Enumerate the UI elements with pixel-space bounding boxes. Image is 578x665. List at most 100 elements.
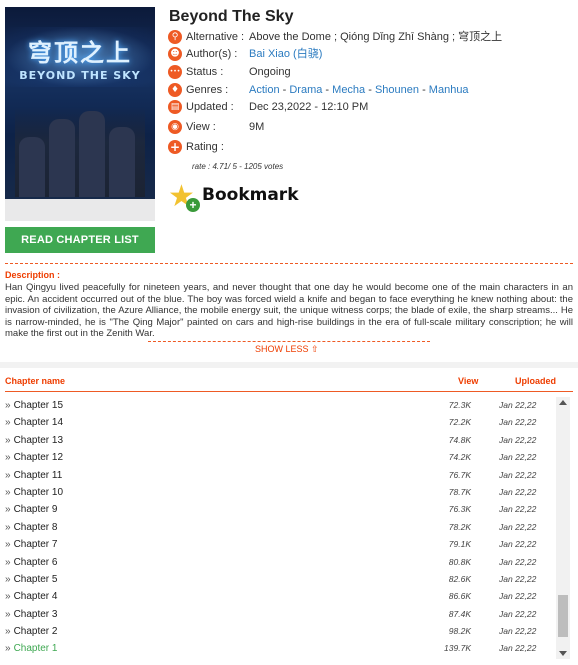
chapter-row[interactable]: » Chapter 15 72.3K Jan 22,22 (5, 397, 571, 414)
chevron-right-icon: » (5, 573, 11, 585)
chapter-views: 72.3K (448, 400, 471, 410)
genre-link-action[interactable]: Action (249, 84, 280, 96)
header-view: View (458, 376, 479, 386)
author-icon: ☻ (168, 47, 182, 61)
chapter-link[interactable]: Chapter 12 (14, 452, 63, 463)
chapter-uploaded: Jan 22,22 (499, 486, 537, 497)
chapter-views: 98.2K (448, 626, 471, 637)
chapter-row[interactable]: » Chapter 8 78.2K Jan 22,22 (5, 519, 571, 536)
chapter-uploaded: Jan 22,22 (499, 626, 537, 637)
alternative-icon: ⚲ (168, 30, 182, 44)
chapter-row[interactable]: » Chapter 10 78.7K Jan 22,22 (5, 484, 571, 501)
updated-label: Updated : (186, 101, 234, 113)
divider (5, 263, 573, 264)
chapter-uploaded: Jan 22,22 (499, 556, 537, 567)
chapter-link[interactable]: Chapter 11 (14, 470, 63, 481)
chevron-right-icon: » (5, 469, 11, 481)
chapter-uploaded: Jan 22,22 (499, 469, 537, 480)
chapter-uploaded: Jan 22,22 (499, 608, 537, 619)
chapter-link[interactable]: Chapter 15 (14, 400, 63, 411)
chapter-views: 78.2K (448, 521, 471, 532)
chapter-row[interactable]: » Chapter 13 74.8K Jan 22,22 (5, 432, 571, 449)
chapter-link[interactable]: Chapter 6 (14, 557, 58, 568)
chapter-uploaded: Jan 22,22 (499, 539, 537, 550)
chapter-row[interactable]: » Chapter 4 86.6K Jan 22,22 (5, 588, 571, 605)
cover-subtitle-text: BEYOND THE SKY (19, 69, 141, 82)
description-text: Han Qingyu lived peacefully for nineteen… (5, 282, 573, 340)
chapter-views: 78.7K (448, 486, 471, 497)
author-label: Author(s) : (186, 48, 238, 60)
chapter-link[interactable]: Chapter 9 (14, 504, 58, 515)
plus-icon: + (186, 198, 200, 212)
chapter-link[interactable]: Chapter 14 (14, 417, 63, 428)
chapter-row[interactable]: » Chapter 3 87.4K Jan 22,22 (5, 606, 571, 623)
genres-label: Genres : (186, 84, 229, 96)
chapter-link[interactable]: Chapter 5 (14, 574, 58, 585)
rating-label: Rating : (186, 141, 224, 153)
chevron-right-icon: » (5, 626, 11, 638)
chapter-uploaded: Jan 22,22 (499, 400, 537, 410)
chapter-row[interactable]: » Chapter 7 79.1K Jan 22,22 (5, 536, 571, 553)
chevron-right-icon: » (5, 521, 11, 533)
chapter-uploaded: Jan 22,22 (499, 521, 537, 532)
chapter-uploaded: Jan 22,22 (499, 573, 537, 584)
view-icon: ◉ (168, 120, 182, 134)
chapter-views: 87.4K (448, 608, 471, 619)
chevron-right-icon: » (5, 539, 11, 551)
chapter-link[interactable]: Chapter 10 (14, 487, 63, 498)
alternative-value: Above the Dome ; Qióng Dǐng Zhī Shàng ; … (249, 31, 503, 43)
chevron-right-icon: » (5, 486, 11, 498)
chapter-list: » Chapter 15 72.3K Jan 22,22» Chapter 14 72.2… (5, 397, 571, 659)
chevron-right-icon: » (5, 643, 11, 655)
genres-icon: ♦ (168, 83, 182, 97)
chapter-views: 76.3K (448, 504, 471, 515)
chapter-row[interactable]: » Chapter 14 72.2K Jan 22,22 (5, 414, 571, 431)
manga-title: Beyond The Sky (169, 8, 294, 25)
chapter-list-scrollbar[interactable] (556, 397, 570, 659)
chapter-link[interactable]: Chapter 3 (14, 609, 58, 620)
chapter-views: 74.2K (448, 452, 471, 463)
chapter-uploaded: Jan 22,22 (499, 591, 537, 602)
chevron-right-icon: » (5, 452, 11, 464)
show-less-link[interactable]: SHOW LESS ⇧ (255, 344, 319, 355)
cover-characters-art (15, 107, 145, 197)
chapter-row[interactable]: » Chapter 11 76.7K Jan 22,22 (5, 467, 571, 484)
chapter-row[interactable]: » Chapter 6 80.8K Jan 22,22 (5, 554, 571, 571)
chevron-right-icon: » (5, 504, 11, 516)
header-uploaded: Uploaded (515, 376, 557, 386)
bookmark-button[interactable]: ★ + Bookmark (168, 180, 299, 214)
header-chapter-name: Chapter name (5, 376, 66, 386)
alternative-label: Alternative : (186, 31, 245, 43)
cover-title-text: 穹顶之上 (28, 39, 132, 67)
scrollbar-thumb[interactable] (558, 595, 568, 637)
chapter-views: 82.6K (448, 573, 471, 584)
chapter-row[interactable]: » Chapter 9 76.3K Jan 22,22 (5, 501, 571, 518)
chapter-row[interactable]: » Chapter 12 74.2K Jan 22,22 (5, 449, 571, 466)
author-link[interactable]: Bai Xiao (白骁) (249, 48, 322, 60)
chapter-list-header: Chapter name View Uploaded (5, 375, 573, 392)
chapter-link[interactable]: Chapter 4 (14, 591, 58, 602)
chapter-row[interactable]: » Chapter 1 139.7K Jan 22,22 (5, 640, 571, 657)
chapter-views: 80.8K (448, 556, 471, 567)
chevron-right-icon: » (5, 400, 11, 411)
updated-icon: ▤ (168, 100, 182, 114)
genre-link-shounen[interactable]: Shounen (375, 84, 419, 96)
chapter-link[interactable]: Chapter 13 (14, 435, 63, 446)
genre-link-manhua[interactable]: Manhua (429, 84, 469, 96)
genre-link-mecha[interactable]: Mecha (332, 84, 365, 96)
status-label: Status : (186, 66, 224, 78)
updated-value: Dec 23,2022 - 12:10 PM (249, 101, 369, 113)
chapter-link[interactable]: Chapter 7 (14, 539, 58, 550)
chapter-uploaded: Jan 22,22 (499, 643, 537, 654)
chapter-link[interactable]: Chapter 1 (14, 643, 58, 654)
chapter-row[interactable]: » Chapter 2 98.2K Jan 22,22 (5, 623, 571, 640)
chapter-views: 79.1K (448, 539, 471, 550)
chapter-views: 74.8K (448, 434, 471, 445)
chapter-row[interactable]: » Chapter 5 82.6K Jan 22,22 (5, 571, 571, 588)
scroll-down-arrow-icon[interactable] (559, 651, 567, 656)
genre-link-drama[interactable]: Drama (289, 84, 322, 96)
chapter-link[interactable]: Chapter 2 (14, 626, 58, 637)
read-chapter-list-button[interactable]: READ CHAPTER LIST (5, 227, 155, 253)
scroll-up-arrow-icon[interactable] (559, 400, 567, 405)
chapter-link[interactable]: Chapter 8 (14, 522, 58, 533)
